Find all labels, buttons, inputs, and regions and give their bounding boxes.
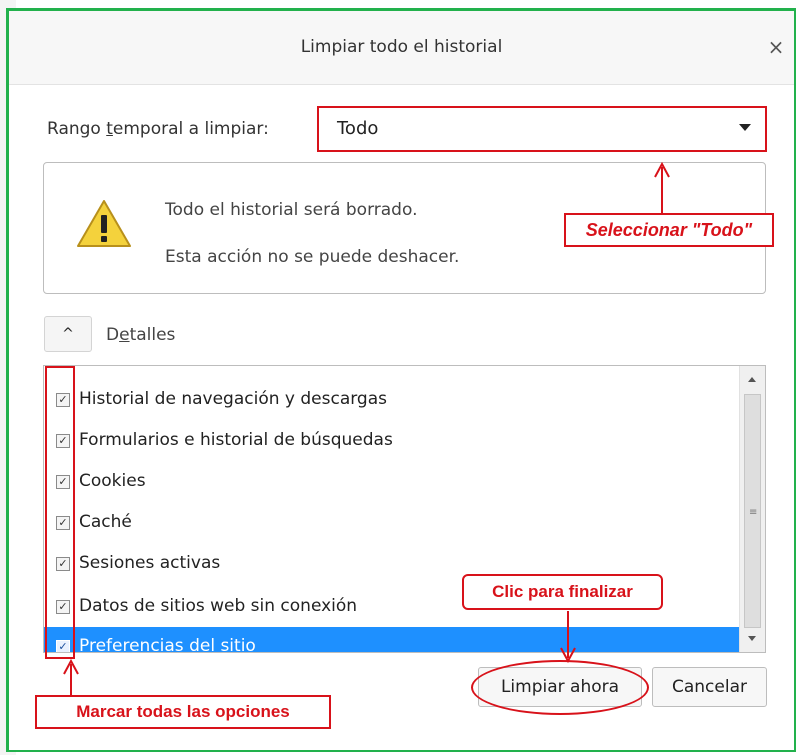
close-icon[interactable]: ×: [764, 35, 788, 59]
list-item-label: Sesiones activas: [79, 553, 221, 573]
list-item-label: Preferencias del sitio: [79, 636, 256, 653]
warning-text-1: Todo el historial será borrado.: [165, 200, 418, 220]
list-item[interactable]: ✓ Caché: [44, 503, 739, 541]
annotation-click-finish: Clic para finalizar: [462, 574, 663, 610]
annotation-button-highlight: [471, 660, 649, 715]
annotation-checkbox-highlight: [45, 366, 75, 659]
title-bar: Limpiar todo el historial ×: [9, 11, 794, 85]
annotation-mark-all: Marcar todas las opciones: [35, 695, 331, 729]
grip-icon: ≡: [749, 507, 758, 518]
scroll-thumb[interactable]: ≡: [744, 394, 761, 628]
list-item-label: Caché: [79, 512, 132, 532]
time-range-value: Todo: [337, 118, 379, 139]
time-range-select[interactable]: Todo: [317, 106, 767, 152]
chevron-down-icon: [739, 124, 751, 131]
details-toggle-button[interactable]: ^: [44, 316, 92, 352]
list-item-label: Datos de sitios web sin conexión: [79, 596, 358, 616]
list-item[interactable]: ✓ Formularios e historial de búsquedas: [44, 421, 739, 459]
scroll-up-icon[interactable]: [748, 377, 756, 382]
warning-text-2: Esta acción no se puede deshacer.: [165, 247, 460, 267]
list-item-label: Historial de navegación y descargas: [79, 389, 388, 409]
time-range-label: Rango temporal a limpiar:: [47, 119, 269, 139]
list-scrollbar[interactable]: ≡: [739, 366, 765, 652]
list-item-label: Formularios e historial de búsquedas: [79, 430, 393, 450]
list-item-selected[interactable]: ✓ Preferencias del sitio: [44, 627, 739, 653]
list-item-label: Cookies: [79, 471, 146, 491]
dialog-title: Limpiar todo el historial: [300, 37, 503, 57]
scroll-down-icon[interactable]: [748, 636, 756, 641]
annotation-select-todo: Seleccionar "Todo": [564, 213, 774, 247]
list-item[interactable]: ✓ Cookies: [44, 462, 739, 500]
list-item[interactable]: ✓ Historial de navegación y descargas: [44, 380, 739, 418]
cancel-button[interactable]: Cancelar: [652, 667, 767, 707]
warning-icon: [75, 198, 133, 254]
details-label: Detalles: [106, 325, 176, 345]
